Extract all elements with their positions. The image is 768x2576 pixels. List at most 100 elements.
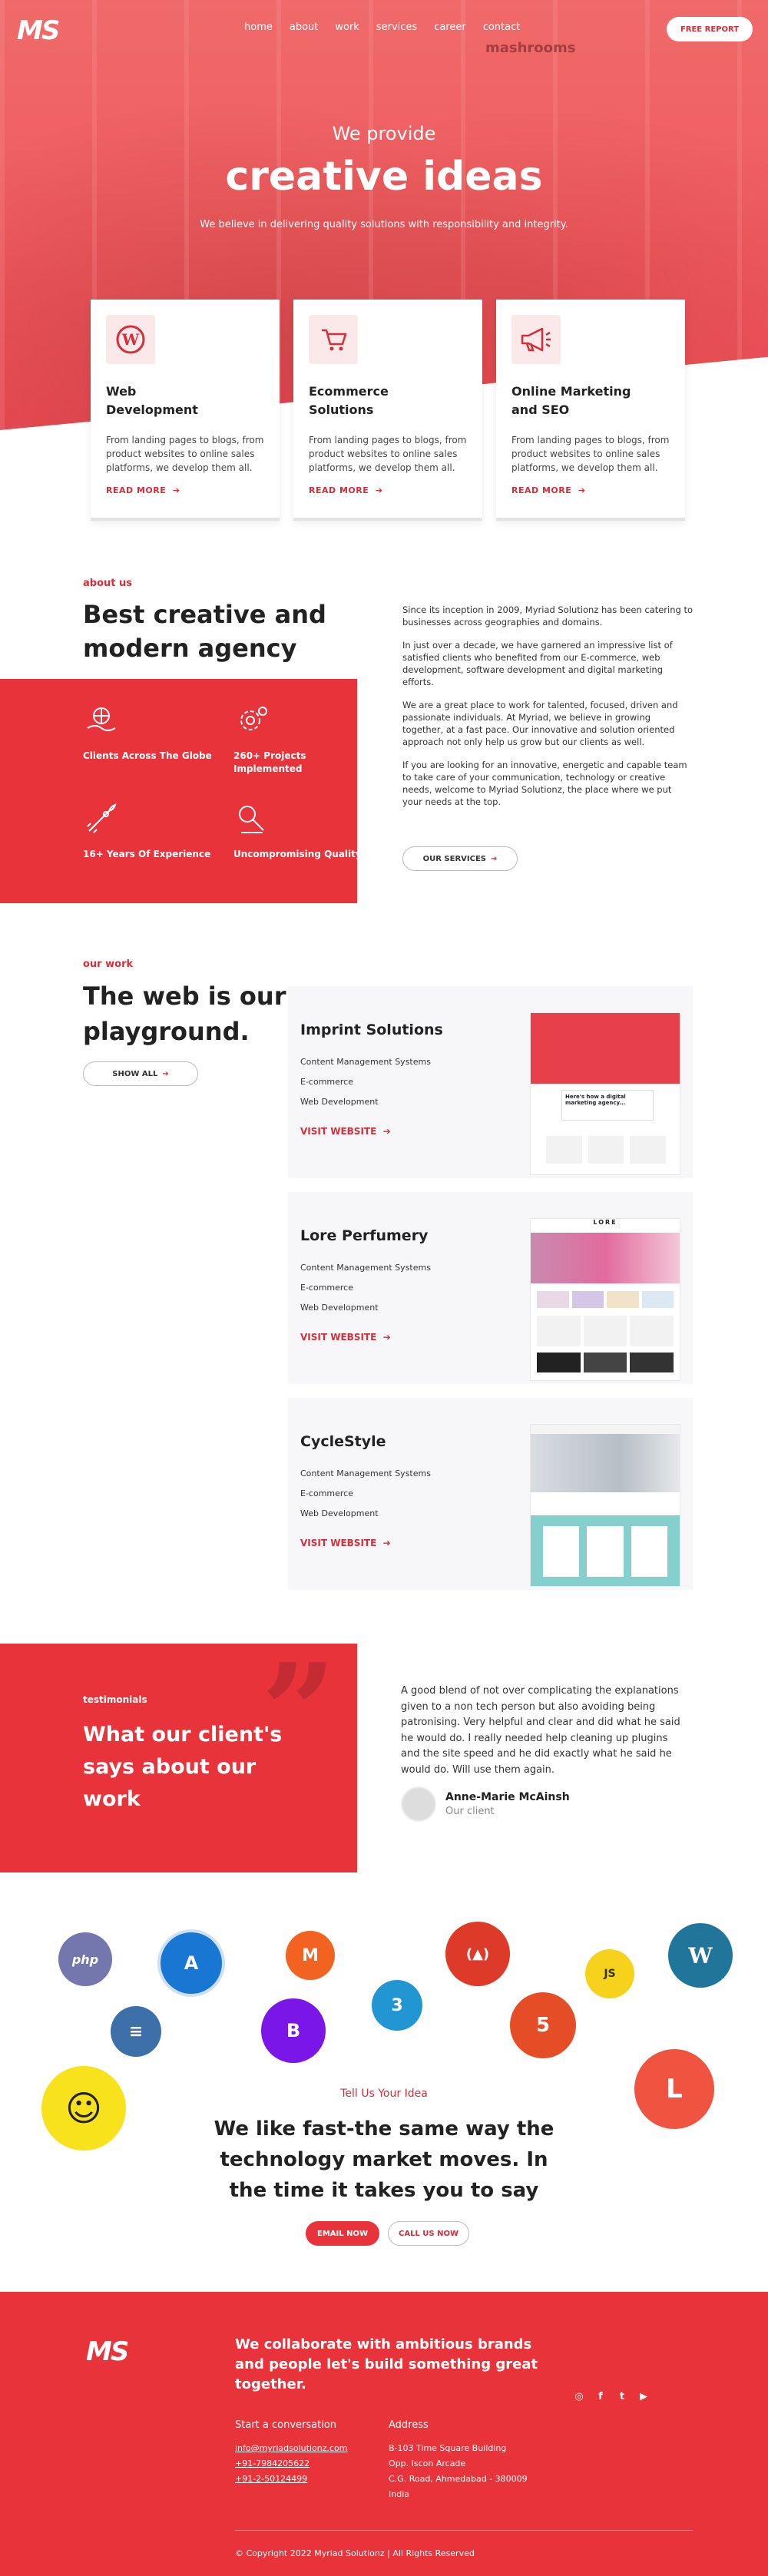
- our-services-button[interactable]: OUR SERVICES ➔: [402, 846, 518, 871]
- read-more-link[interactable]: READ MORE ➔: [106, 485, 264, 495]
- database-icon: ≡: [111, 2006, 161, 2057]
- nav-contact[interactable]: contact: [483, 22, 521, 33]
- feature-experience: 16+ Years Of Experience: [83, 800, 214, 861]
- nav-services[interactable]: services: [376, 22, 417, 33]
- hero-title: creative ideas: [225, 154, 543, 200]
- arrow-right-icon: ➔: [379, 1332, 391, 1343]
- arrow-right-icon: ➔: [162, 1069, 169, 1078]
- instagram-icon[interactable]: ◎: [573, 2390, 585, 2402]
- youtube-icon[interactable]: ▶: [637, 2390, 650, 2402]
- testimonial-label: testimonials: [83, 1694, 147, 1705]
- project-tag: Content Management Systems: [300, 1468, 431, 1478]
- arrow-right-icon: ➔: [379, 1538, 391, 1548]
- project-name: Lore Perfumery: [300, 1227, 429, 1244]
- project-name: Imprint Solutions: [300, 1021, 443, 1038]
- free-report-button[interactable]: FREE REPORT: [667, 17, 753, 41]
- arrow-right-icon: ➔: [372, 485, 383, 495]
- project-name: CycleStyle: [300, 1433, 386, 1450]
- service-title: Ecommerce Solutions: [309, 384, 389, 417]
- cart-icon: [309, 315, 358, 364]
- bootstrap-icon: B: [261, 1998, 326, 2063]
- nav-career[interactable]: career: [434, 22, 466, 33]
- email-link[interactable]: info@myriadsolutionz.com: [235, 2441, 347, 2456]
- about-features-block: Clients Across The Globe 260+ Projects I…: [0, 679, 362, 903]
- arrow-right-icon: ➔: [490, 854, 498, 863]
- arrow-right-icon: ➔: [574, 485, 586, 495]
- main-menu: home about work services career contact: [244, 22, 520, 33]
- shot-headline: Here's how a digital marketing agency...: [561, 1090, 654, 1121]
- twitter-icon[interactable]: t: [616, 2390, 628, 2402]
- service-title: Web Development: [106, 384, 198, 417]
- nav-about[interactable]: about: [290, 22, 319, 33]
- arrow-right-icon: ➔: [169, 485, 180, 495]
- project-tag: E-commerce: [300, 1283, 353, 1293]
- about-paragraph: In just over a decade, we have garnered …: [402, 640, 673, 687]
- project-tag: E-commerce: [300, 1077, 353, 1087]
- project-tag: Web Development: [300, 1097, 379, 1107]
- php-icon: php: [58, 1932, 112, 1986]
- email-now-button[interactable]: EMAIL NOW: [306, 2221, 379, 2246]
- footer: MS We collaborate with ambitious brands …: [0, 2292, 768, 2576]
- author-name: Anne-Marie McAinsh: [445, 1791, 570, 1803]
- project-screenshot: [530, 1424, 680, 1587]
- project-tag: Content Management Systems: [300, 1263, 431, 1273]
- megaphone-icon: [511, 315, 561, 364]
- footer-divider: [235, 2530, 693, 2531]
- testimonial-quote: A good blend of not over complicating th…: [401, 1685, 680, 1776]
- gear-brain-icon: [240, 707, 267, 730]
- feature-quality: Uncompromising Quality: [233, 800, 364, 861]
- feature-projects: 260+ Projects Implemented: [233, 702, 364, 776]
- footer-headline: We collaborate with ambitious brands and…: [235, 2336, 538, 2392]
- address-line: C.G. Road, Ahmedabad - 380009: [389, 2474, 528, 2484]
- visit-website-link[interactable]: VISIT WEBSITE ➔: [300, 1332, 391, 1343]
- testimonial-author: Anne-Marie McAinsh Our client: [401, 1786, 570, 1822]
- arrow-right-icon: ➔: [379, 1126, 391, 1137]
- visit-website-link[interactable]: VISIT WEBSITE ➔: [300, 1126, 391, 1137]
- project-card-imprint: Imprint Solutions Content Management Sys…: [288, 986, 693, 1178]
- about-copy: Since its inception in 2009, Myriad Solu…: [402, 604, 693, 819]
- site-logo[interactable]: MS: [17, 15, 60, 46]
- feature-text: Uncompromising Quality: [233, 849, 362, 859]
- project-tag: Content Management Systems: [300, 1057, 431, 1067]
- hero-tagline: We believe in delivering quality solutio…: [200, 219, 568, 230]
- project-screenshot: Here's how a digital marketing agency...: [530, 1012, 680, 1175]
- project-tag: E-commerce: [300, 1488, 353, 1498]
- service-card-web: W Web Development From landing pages to …: [91, 300, 280, 521]
- globe-hand-icon: [87, 707, 116, 731]
- address-title: Address: [389, 2419, 429, 2431]
- about-title: Best creative and modern agency: [83, 600, 326, 663]
- address-line: B-103 Time Square Building: [389, 2443, 507, 2453]
- wordpress-icon: W: [106, 315, 155, 364]
- show-all-button[interactable]: SHOW ALL ➔: [83, 1061, 198, 1086]
- author-role: Our client: [445, 1806, 495, 1817]
- feature-text: 260+ Projects Implemented: [233, 750, 306, 774]
- about-paragraph: We are a great place to work for talente…: [402, 700, 678, 747]
- cta-label: Tell Us Your Idea: [340, 2088, 428, 2100]
- visit-website-link[interactable]: VISIT WEBSITE ➔: [300, 1538, 391, 1548]
- testimonial-block: ” testimonials What our client's says ab…: [0, 1644, 357, 1872]
- call-us-button[interactable]: CALL US NOW: [388, 2221, 469, 2246]
- mailchimp-icon: ☺: [41, 2066, 126, 2151]
- html5-icon: 5: [510, 1992, 576, 2058]
- nav-home[interactable]: home: [244, 22, 273, 33]
- cta-title: We like fast-the same way the technology…: [214, 2117, 554, 2202]
- codeigniter-icon: (▲): [445, 1922, 510, 1986]
- address-line: India: [389, 2489, 409, 2499]
- project-card-lore: Lore Perfumery Content Management System…: [288, 1192, 693, 1384]
- read-more-link[interactable]: READ MORE ➔: [309, 485, 467, 495]
- service-text: From landing pages to blogs, from produc…: [511, 435, 670, 473]
- phone-link[interactable]: +91-7984205622: [235, 2456, 310, 2472]
- facebook-icon[interactable]: f: [594, 2390, 607, 2402]
- css3-icon: 3: [372, 1980, 422, 2031]
- svg-text:W: W: [121, 330, 140, 349]
- address-line: Opp. Iscon Arcade: [389, 2458, 466, 2468]
- read-more-link[interactable]: READ MORE ➔: [511, 485, 670, 495]
- nav-work[interactable]: work: [335, 22, 359, 33]
- phone-link[interactable]: +91-2-50124499: [235, 2472, 307, 2487]
- hero-subtitle: We provide: [332, 123, 436, 144]
- service-text: From landing pages to blogs, from produc…: [106, 435, 264, 473]
- service-card-ecommerce: Ecommerce Solutions From landing pages t…: [293, 300, 482, 521]
- footer-logo[interactable]: MS: [86, 2336, 129, 2367]
- project-card-cyclestyle: CycleStyle Content Management Systems E-…: [288, 1398, 693, 1590]
- about-paragraph: Since its inception in 2009, Myriad Solu…: [402, 604, 694, 627]
